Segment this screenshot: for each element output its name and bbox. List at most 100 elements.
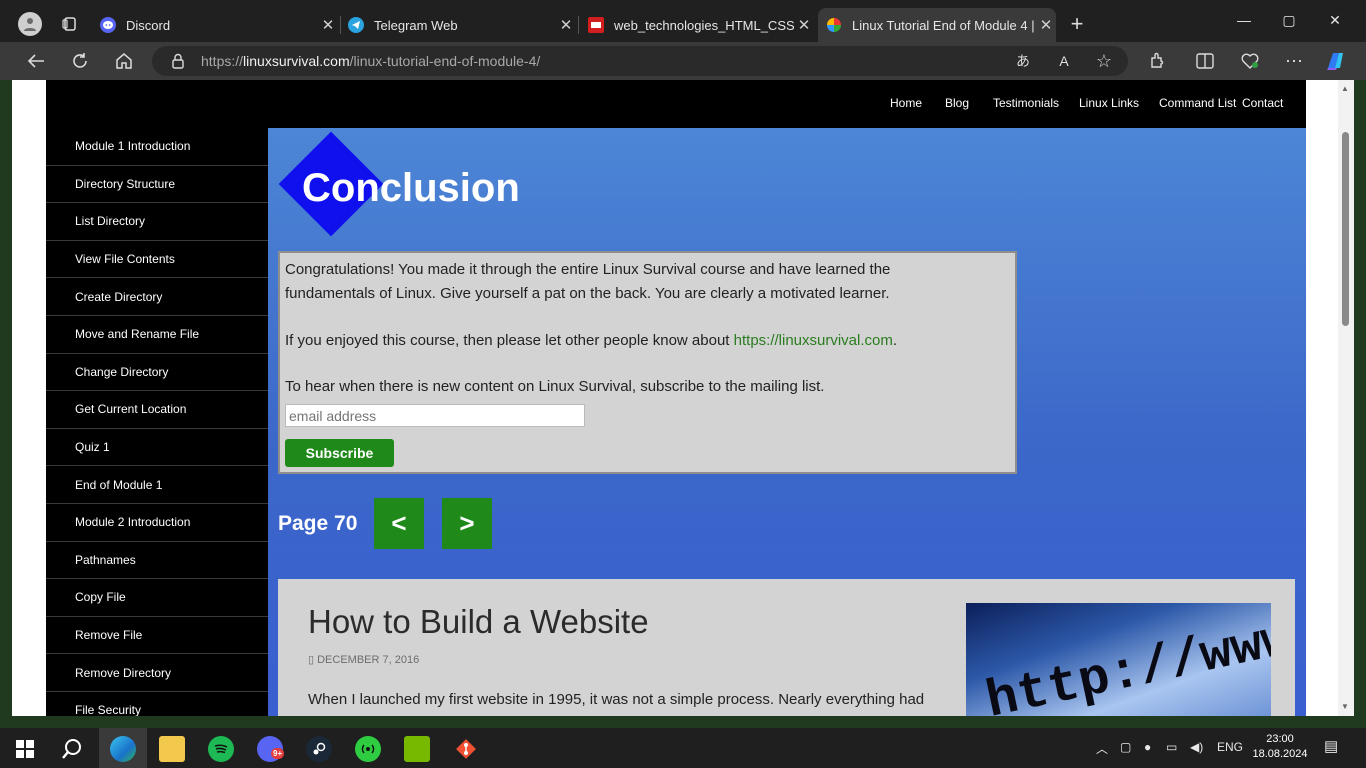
- lock-icon[interactable]: [166, 49, 190, 73]
- edge-icon[interactable]: [110, 736, 136, 762]
- nav-command-list[interactable]: Command List: [1159, 96, 1236, 110]
- notifications-icon[interactable]: ▤: [1324, 737, 1338, 755]
- browser-essentials-icon[interactable]: [1238, 49, 1262, 73]
- close-icon[interactable]: ✕: [556, 16, 576, 34]
- split-screen-icon[interactable]: [1193, 49, 1217, 73]
- clock-date: 18.08.2024: [1252, 748, 1308, 760]
- file-explorer-icon[interactable]: [159, 736, 185, 762]
- window-close-icon[interactable]: ✕: [1312, 8, 1358, 32]
- sidebar-item[interactable]: Get Current Location: [46, 391, 268, 429]
- nvidia-icon[interactable]: [404, 736, 430, 762]
- tab-separator: [340, 16, 341, 34]
- sidebar-item[interactable]: Move and Rename File: [46, 316, 268, 354]
- more-icon[interactable]: ⋯: [1282, 49, 1306, 73]
- extensions-icon[interactable]: [1145, 49, 1169, 73]
- sidebar-item[interactable]: Copy File: [46, 579, 268, 617]
- back-icon[interactable]: [24, 49, 48, 73]
- windows-taskbar: 9+ ︿ ▢ ● ▭ ◀) ENG 23:00 18.08.2024 ▤: [0, 728, 1366, 768]
- close-icon[interactable]: ✕: [318, 16, 338, 34]
- workspaces-icon[interactable]: [58, 12, 82, 36]
- close-icon[interactable]: ✕: [1036, 16, 1056, 34]
- post-image-text: http://www: [981, 609, 1271, 716]
- sidebar-item[interactable]: List Directory: [46, 203, 268, 241]
- new-tab-icon[interactable]: +: [1065, 11, 1089, 36]
- site-link[interactable]: https://linuxsurvival.com: [734, 332, 893, 349]
- url-host: linuxsurvival.com: [243, 53, 350, 69]
- sidebar-item[interactable]: View File Contents: [46, 241, 268, 279]
- blog-post-card: How to Build a Website ▯ DECEMBER 7, 201…: [278, 579, 1295, 716]
- tab-linux-tutorial[interactable]: Linux Tutorial End of Module 4 | L ✕: [818, 8, 1056, 42]
- email-field[interactable]: [285, 404, 585, 427]
- next-page-button[interactable]: >: [442, 498, 492, 549]
- microphone-icon[interactable]: ●: [1144, 740, 1151, 754]
- paragraph: If you enjoyed this course, then please …: [285, 329, 897, 353]
- scroll-thumb[interactable]: [1342, 132, 1349, 326]
- nav-linux-links[interactable]: Linux Links: [1079, 96, 1139, 110]
- tab-title: Telegram Web: [374, 17, 458, 33]
- sidebar-item[interactable]: Module 2 Introduction: [46, 504, 268, 542]
- sidebar-item[interactable]: Pathnames: [46, 542, 268, 580]
- copilot-icon[interactable]: [1323, 49, 1347, 73]
- spotify-icon[interactable]: [208, 736, 234, 762]
- sidebar-item[interactable]: End of Module 1: [46, 466, 268, 504]
- page-scrollbar[interactable]: ▲ ▼: [1338, 80, 1354, 716]
- calendar-icon: ▯: [308, 654, 318, 666]
- nav-testimonials[interactable]: Testimonials: [993, 96, 1059, 110]
- paragraph-line: fundamentals of Linux. Give yourself a p…: [285, 285, 890, 302]
- git-icon[interactable]: [453, 736, 479, 762]
- post-image[interactable]: http://www: [966, 603, 1271, 716]
- post-date: ▯ DECEMBER 7, 2016: [308, 653, 419, 666]
- close-icon[interactable]: ✕: [794, 16, 814, 34]
- volume-icon[interactable]: ◀): [1190, 740, 1203, 754]
- translate-icon[interactable]: あ: [1011, 49, 1035, 73]
- module-sidebar: Module 1 Introduction Directory Structur…: [46, 128, 268, 716]
- sidebar-item[interactable]: Create Directory: [46, 278, 268, 316]
- url-scheme: https://: [201, 53, 244, 69]
- post-date-text: DECEMBER 7, 2016: [317, 654, 420, 666]
- profile-avatar-icon[interactable]: [18, 12, 42, 36]
- nav-contact[interactable]: Contact: [1242, 96, 1283, 110]
- minimize-icon[interactable]: —: [1221, 8, 1267, 32]
- read-aloud-icon[interactable]: A: [1052, 49, 1076, 73]
- tab-discord[interactable]: Discord ✕: [100, 8, 338, 42]
- home-icon[interactable]: [112, 49, 136, 73]
- sidebar-item[interactable]: Module 1 Introduction: [46, 128, 268, 166]
- nav-home[interactable]: Home: [890, 96, 922, 110]
- tab-title: Discord: [126, 17, 171, 33]
- post-title[interactable]: How to Build a Website: [308, 603, 649, 641]
- tab-telegram[interactable]: Telegram Web ✕: [348, 8, 576, 42]
- meet-now-icon[interactable]: ▢: [1120, 740, 1131, 754]
- refresh-icon[interactable]: [68, 49, 92, 73]
- sidebar-item[interactable]: File Security: [46, 692, 268, 716]
- url-text[interactable]: https://linuxsurvival.com/linux-tutorial…: [201, 53, 540, 69]
- scroll-down-icon[interactable]: ▼: [1341, 702, 1349, 711]
- tab-title: Linux Tutorial End of Module 4 | L: [852, 17, 1036, 33]
- steam-icon[interactable]: [306, 736, 332, 762]
- favorite-icon[interactable]: ☆: [1092, 49, 1116, 73]
- sidebar-item[interactable]: Quiz 1: [46, 429, 268, 467]
- nav-blog[interactable]: Blog: [945, 96, 969, 110]
- sidebar-item[interactable]: Remove Directory: [46, 654, 268, 692]
- page-number: Page 70: [278, 512, 358, 535]
- sidebar-item[interactable]: Change Directory: [46, 354, 268, 392]
- tab-pdf[interactable]: web_technologies_HTML_CSS_La ✕: [588, 8, 814, 42]
- media-icon[interactable]: [355, 736, 381, 762]
- url-path: /linux-tutorial-end-of-module-4/: [349, 53, 541, 69]
- scroll-up-icon[interactable]: ▲: [1341, 84, 1349, 93]
- start-icon[interactable]: [12, 736, 38, 762]
- system-clock[interactable]: 23:00 18.08.2024: [1251, 732, 1309, 762]
- sidebar-item[interactable]: Remove File: [46, 617, 268, 655]
- sidebar-item[interactable]: Directory Structure: [46, 166, 268, 204]
- address-bar[interactable]: https://linuxsurvival.com/linux-tutorial…: [152, 46, 1128, 76]
- site-header: Home Blog Testimonials Linux Links Comma…: [46, 80, 1306, 128]
- page-viewport: Home Blog Testimonials Linux Links Comma…: [12, 80, 1338, 716]
- discord-icon: [100, 17, 116, 33]
- discord-taskbar-icon[interactable]: 9+: [257, 736, 285, 762]
- network-icon[interactable]: ▭: [1166, 740, 1177, 754]
- previous-page-button[interactable]: <: [374, 498, 424, 549]
- show-hidden-icons-icon[interactable]: ︿: [1096, 740, 1108, 757]
- subscribe-button[interactable]: Subscribe: [285, 439, 394, 467]
- maximize-icon[interactable]: ▢: [1266, 8, 1312, 32]
- language-indicator[interactable]: ENG: [1217, 740, 1243, 754]
- search-icon[interactable]: [59, 736, 85, 762]
